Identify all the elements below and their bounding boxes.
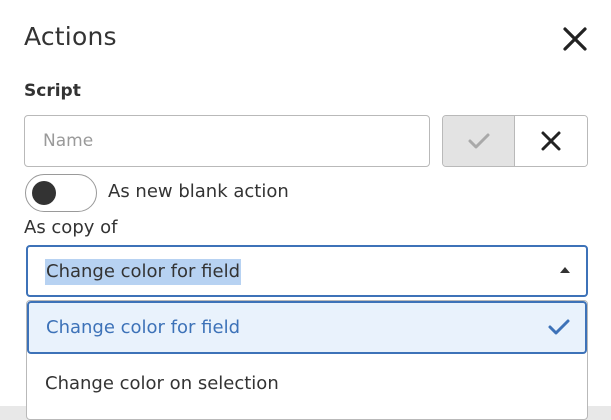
actions-dialog: Actions Script As new blank action As co…	[0, 0, 611, 420]
option-label: Change color for field	[46, 317, 240, 338]
option-label: Change color on selection	[45, 373, 279, 394]
select-current-value: Change color for field	[45, 259, 241, 285]
cancel-name-button[interactable]	[515, 116, 587, 166]
check-icon	[548, 319, 570, 335]
name-actions-group	[442, 115, 588, 167]
new-blank-action-label: As new blank action	[108, 181, 289, 202]
copy-of-label: As copy of	[24, 217, 118, 238]
confirm-name-button[interactable]	[443, 116, 515, 166]
script-name-input[interactable]	[24, 115, 430, 167]
dropdown-option-change-color-on-selection[interactable]: Change color on selection	[27, 354, 587, 409]
script-section-label: Script	[24, 81, 81, 101]
new-blank-action-toggle[interactable]	[25, 174, 97, 212]
check-icon	[468, 133, 489, 149]
close-icon	[563, 27, 587, 51]
dropdown-option-change-color-for-field[interactable]: Change color for field	[27, 301, 587, 354]
copy-of-dropdown-list: Change color for field Change color on s…	[26, 300, 588, 420]
toggle-knob	[32, 181, 56, 205]
close-dialog-button[interactable]	[560, 24, 590, 54]
copy-of-select[interactable]: Change color for field	[26, 245, 588, 297]
dialog-title: Actions	[24, 22, 117, 51]
caret-up-icon	[560, 267, 570, 273]
close-icon	[541, 131, 561, 151]
